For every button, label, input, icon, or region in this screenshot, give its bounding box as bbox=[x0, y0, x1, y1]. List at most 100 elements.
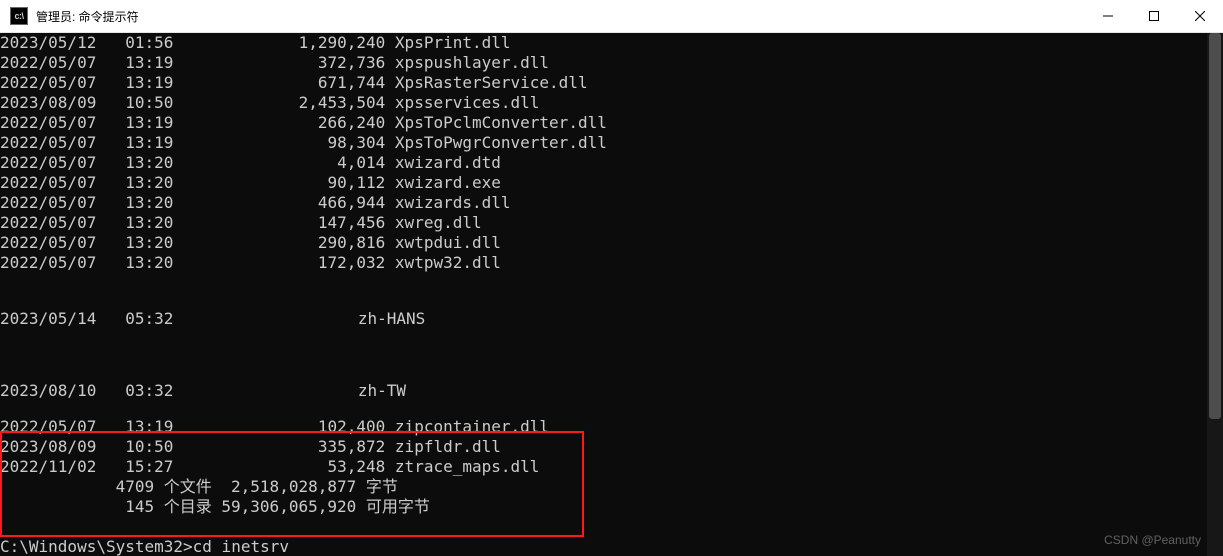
dir-summary-line: 145 个目录 59,306,065,920 可用字节 bbox=[0, 497, 1223, 517]
col-size: 172,032 bbox=[250, 253, 385, 273]
col-date: 2022/05/07 bbox=[0, 153, 106, 173]
col-date: 2022/05/07 bbox=[0, 253, 106, 273]
col-size: 4,014 bbox=[250, 153, 385, 173]
col-filename: xwizards.dll bbox=[395, 193, 511, 213]
col-size: 372,736 bbox=[250, 53, 385, 73]
col-date: 2023/05/14 bbox=[0, 309, 106, 329]
col-size: 266,240 bbox=[250, 113, 385, 133]
col-date: 2022/05/07 bbox=[0, 233, 106, 253]
dir-entry-row: 2022/05/0713:20466,944xwizards.dll bbox=[0, 193, 1223, 213]
col-date: 2022/05/07 bbox=[0, 193, 106, 213]
cmd-window: c:\ 管理员: 命令提示符 2023/05/1201:561,290,240X… bbox=[0, 0, 1223, 556]
col-date: 2022/05/07 bbox=[0, 133, 106, 153]
col-size: 53,248 bbox=[250, 457, 385, 477]
col-size: 2,453,504 bbox=[250, 93, 385, 113]
vertical-scrollbar[interactable] bbox=[1207, 33, 1223, 556]
watermark-text: CSDN @Peanutty bbox=[1104, 530, 1201, 550]
col-size: 290,816 bbox=[250, 233, 385, 253]
col-time: 10:50 bbox=[106, 93, 173, 113]
maximize-icon bbox=[1149, 11, 1159, 21]
col-filename: XpsToPclmConverter.dll bbox=[395, 113, 607, 133]
col-time: 13:19 bbox=[106, 417, 173, 437]
terminal-output: 2023/05/1201:561,290,240XpsPrint.dll2022… bbox=[0, 33, 1223, 556]
col-dir-flag: zh-TW bbox=[173, 345, 250, 417]
col-dir-flag: zh-HANS bbox=[173, 273, 250, 345]
col-time: 03:32 bbox=[106, 381, 173, 401]
app-icon: c:\ bbox=[10, 7, 28, 25]
col-size: 98,304 bbox=[250, 133, 385, 153]
col-size: 335,872 bbox=[250, 437, 385, 457]
scrollbar-thumb[interactable] bbox=[1209, 33, 1221, 419]
dir-entry-row: 2023/05/1201:561,290,240XpsPrint.dll bbox=[0, 33, 1223, 53]
prompt-line: C:\Windows\System32>cd inetsrv bbox=[0, 537, 1223, 556]
col-filename: XpsPrint.dll bbox=[395, 33, 511, 53]
col-date: 2022/05/07 bbox=[0, 53, 106, 73]
col-date: 2022/05/07 bbox=[0, 73, 106, 93]
col-filename: ztrace_maps.dll bbox=[395, 457, 540, 477]
col-time: 13:20 bbox=[106, 173, 173, 193]
dir-entry-row: 2022/05/0713:19 102,400 zipcontainer.dll bbox=[0, 417, 1223, 437]
col-size: 671,744 bbox=[250, 73, 385, 93]
col-size: 102,400 bbox=[250, 417, 385, 437]
terminal-client-area[interactable]: 2023/05/1201:561,290,240XpsPrint.dll2022… bbox=[0, 33, 1223, 556]
col-filename: xwtpdui.dll bbox=[395, 233, 501, 253]
col-filename: zh-HANS bbox=[358, 309, 425, 329]
col-filename: xwizard.dtd bbox=[395, 153, 501, 173]
col-time: 15:27 bbox=[106, 457, 173, 477]
col-filename: xpsservices.dll bbox=[395, 93, 540, 113]
dir-entry-row: 2022/05/0713:20 90,112 xwizard.exe bbox=[0, 173, 1223, 193]
col-filename: zipfldr.dll bbox=[395, 437, 501, 457]
col-time: 13:19 bbox=[106, 73, 173, 93]
col-date: 2022/11/02 bbox=[0, 457, 106, 477]
col-date: 2022/05/07 bbox=[0, 417, 106, 437]
col-date: 2022/05/07 bbox=[0, 173, 106, 193]
dir-entry-row: 2022/05/0713:20 4,014 xwizard.dtd bbox=[0, 153, 1223, 173]
minimize-icon bbox=[1103, 11, 1113, 21]
col-size: 1,290,240 bbox=[250, 33, 385, 53]
col-filename: xwtpw32.dll bbox=[395, 253, 501, 273]
col-time: 13:20 bbox=[106, 233, 173, 253]
col-time: 13:19 bbox=[106, 133, 173, 153]
col-size: 90,112 bbox=[250, 173, 385, 193]
col-date: 2023/08/10 bbox=[0, 381, 106, 401]
dir-entry-row: 2023/08/1003:32 zh-TW bbox=[0, 345, 1223, 417]
col-filename: zh-TW bbox=[358, 381, 406, 401]
col-filename: XpsRasterService.dll bbox=[395, 73, 588, 93]
col-size: 466,944 bbox=[250, 193, 385, 213]
dir-entry-row: 2023/08/0910:50 2,453,504 xpsservices.dll bbox=[0, 93, 1223, 113]
col-size: 147,456 bbox=[250, 213, 385, 233]
dir-entry-row: 2022/05/0713:19 671,744 XpsRasterService.d… bbox=[0, 73, 1223, 93]
col-filename: xwreg.dll bbox=[395, 213, 482, 233]
dir-entry-row: 2022/05/0713:20 172,032 xwtpw32.dll bbox=[0, 253, 1223, 273]
col-date: 2023/08/09 bbox=[0, 437, 106, 457]
col-filename: zipcontainer.dll bbox=[395, 417, 549, 437]
col-date: 2023/08/09 bbox=[0, 93, 106, 113]
dir-entry-row: 2023/05/1405:32 zh-HANS bbox=[0, 273, 1223, 345]
prompt-path: C:\Windows\System32> bbox=[0, 537, 193, 556]
col-time: 05:32 bbox=[106, 309, 173, 329]
col-time: 01:56 bbox=[106, 33, 173, 53]
maximize-button[interactable] bbox=[1131, 0, 1177, 32]
dir-entry-row: 2022/11/0215:27 53,248 ztrace_maps.dll bbox=[0, 457, 1223, 477]
col-time: 13:20 bbox=[106, 153, 173, 173]
dir-entry-row: 2022/05/0713:20 290,816 xwtpdui.dll bbox=[0, 233, 1223, 253]
dir-entry-row: 2022/05/0713:19 372,736 xpspushlayer.dll bbox=[0, 53, 1223, 73]
titlebar[interactable]: c:\ 管理员: 命令提示符 bbox=[0, 0, 1223, 33]
col-time: 13:19 bbox=[106, 113, 173, 133]
close-button[interactable] bbox=[1177, 0, 1223, 32]
dir-entry-row: 2023/08/0910:50 335,872 zipfldr.dll bbox=[0, 437, 1223, 457]
col-time: 10:50 bbox=[106, 437, 173, 457]
col-filename: XpsToPwgrConverter.dll bbox=[395, 133, 607, 153]
col-date: 2022/05/07 bbox=[0, 113, 106, 133]
minimize-button[interactable] bbox=[1085, 0, 1131, 32]
prompt-command: cd inetsrv bbox=[193, 537, 289, 556]
dir-entry-row: 2022/05/0713:19 266,240 XpsToPclmConverter… bbox=[0, 113, 1223, 133]
col-filename: xpspushlayer.dll bbox=[395, 53, 549, 73]
col-time: 13:20 bbox=[106, 253, 173, 273]
window-title: 管理员: 命令提示符 bbox=[36, 8, 139, 25]
col-time: 13:19 bbox=[106, 53, 173, 73]
dir-entry-row: 2022/05/0713:20147,456xwreg.dll bbox=[0, 213, 1223, 233]
col-date: 2022/05/07 bbox=[0, 213, 106, 233]
close-icon bbox=[1195, 11, 1205, 21]
col-filename: xwizard.exe bbox=[395, 173, 501, 193]
